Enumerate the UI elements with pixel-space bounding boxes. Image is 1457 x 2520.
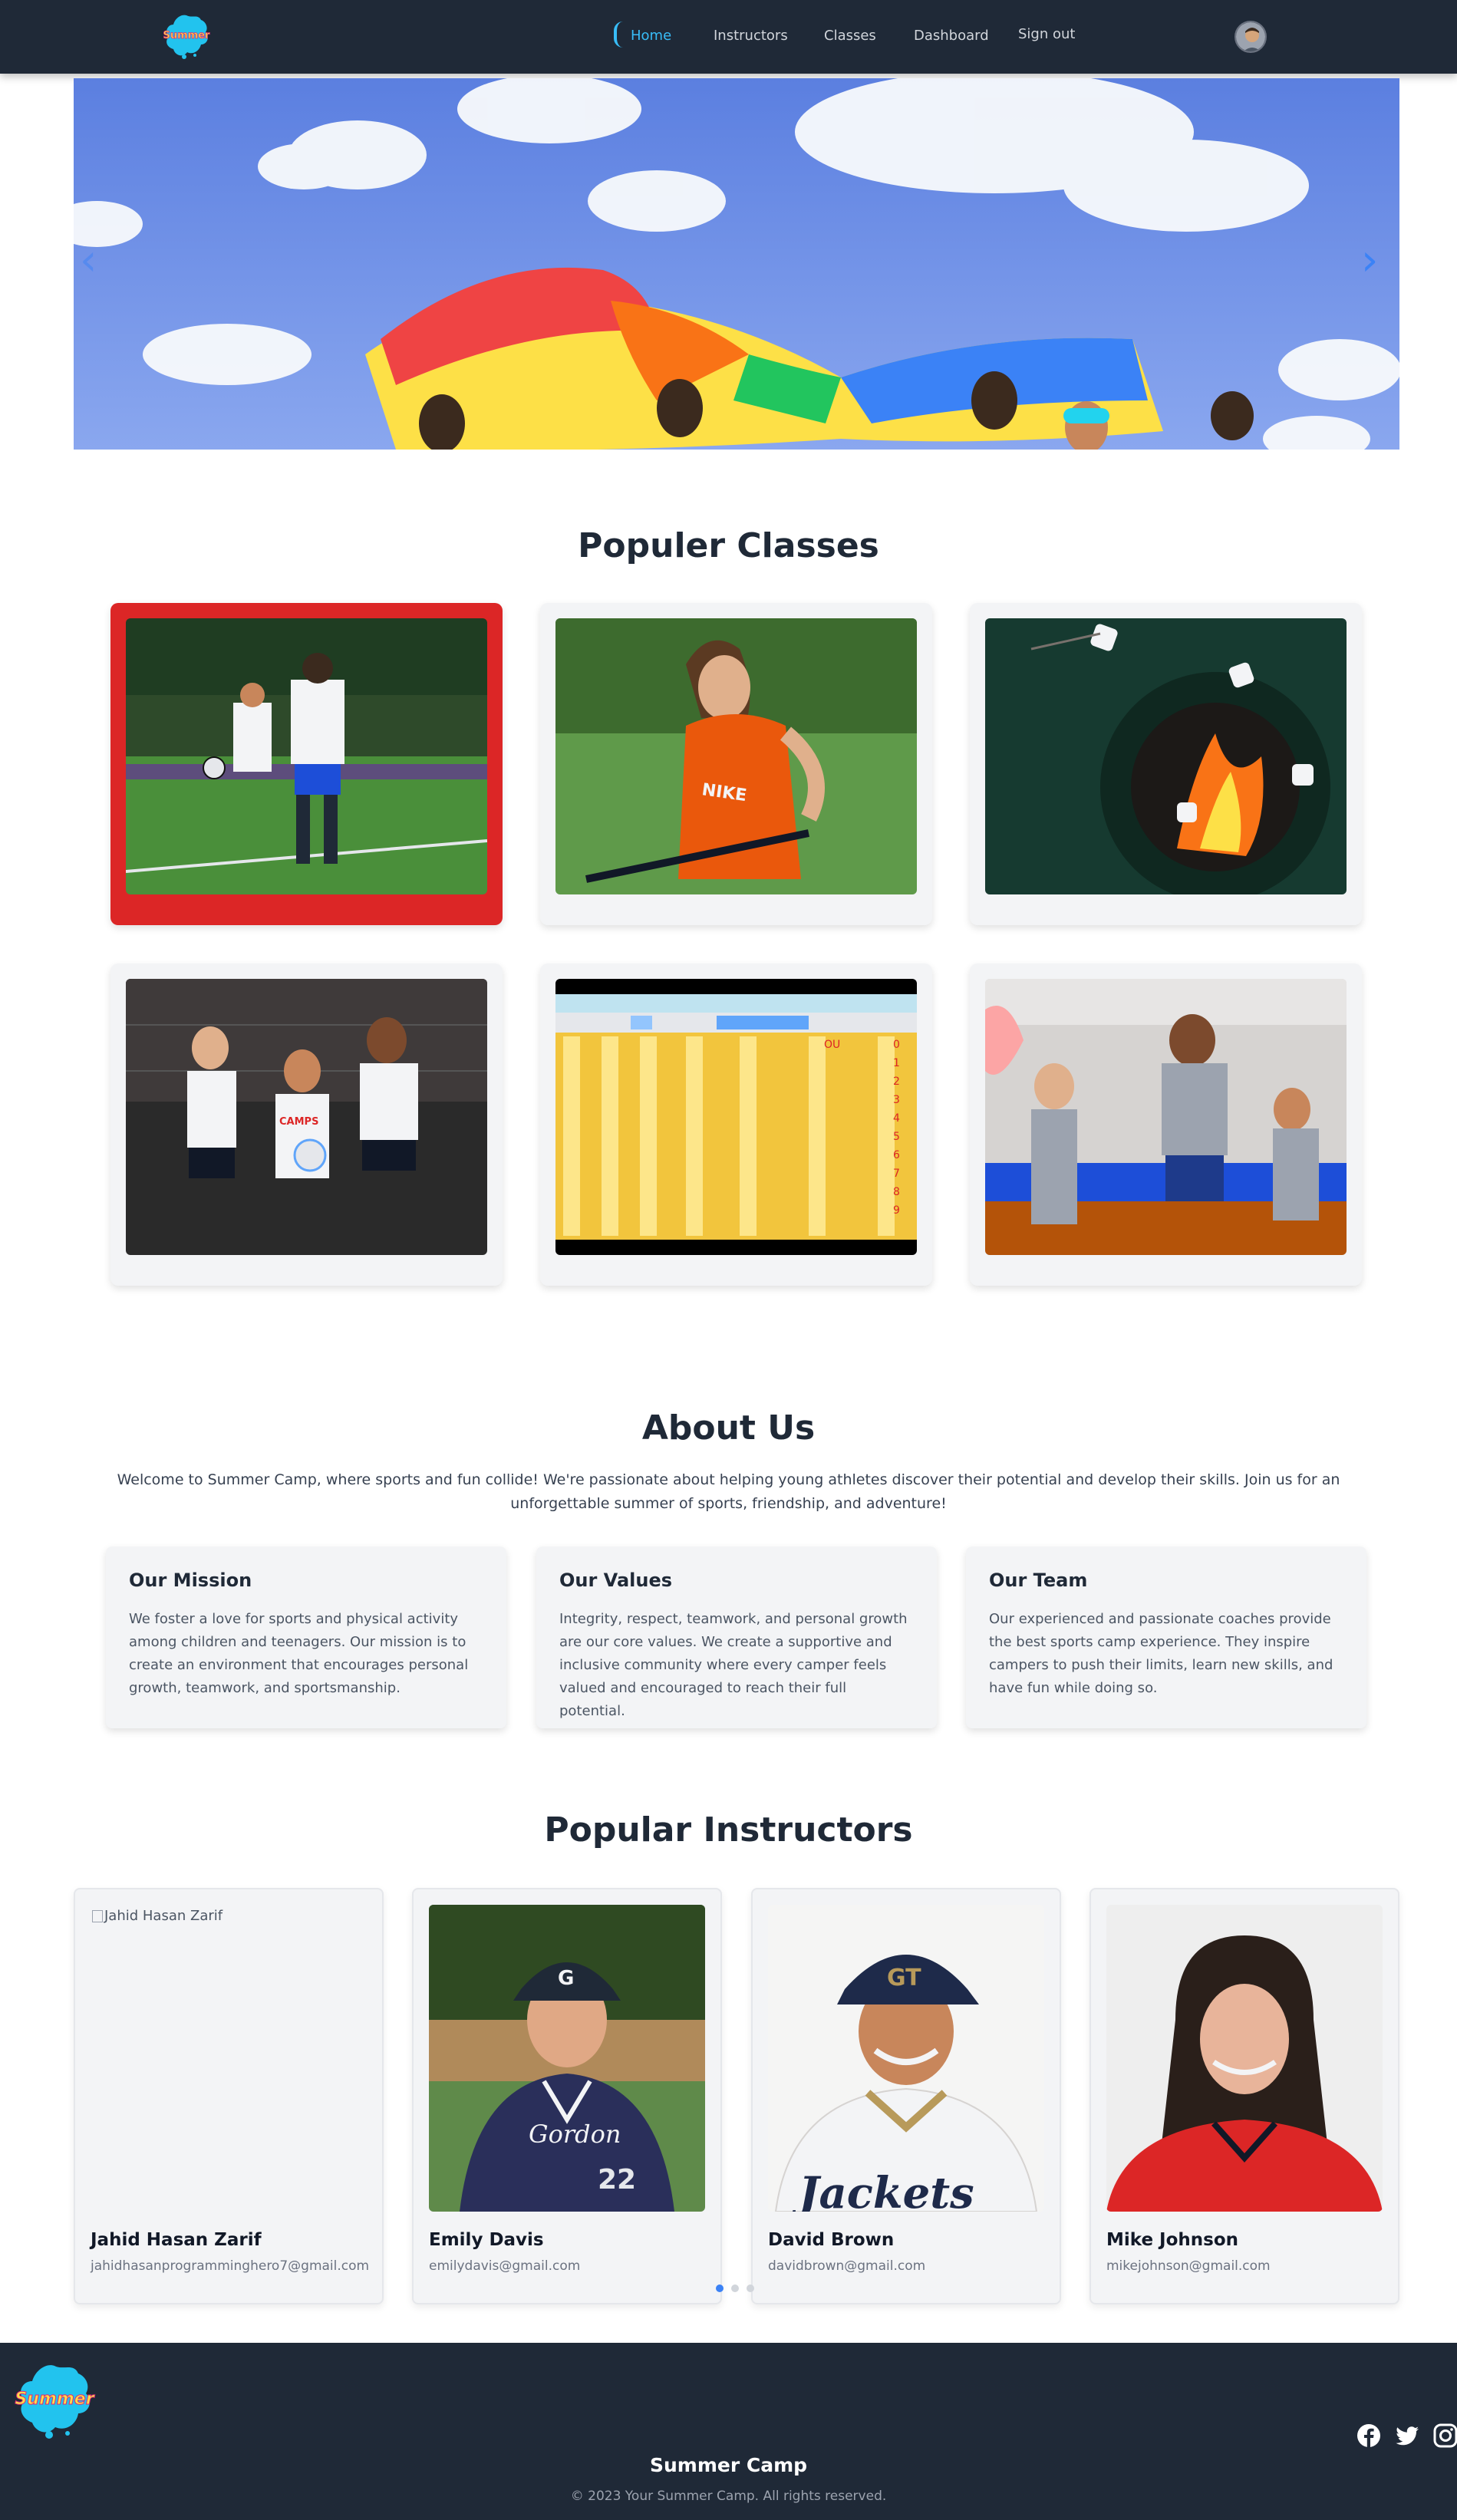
svg-text:22: 22 [598,2164,636,2196]
instructor-photo: GT Jackets [768,1905,1044,2212]
facebook-icon[interactable] [1356,2423,1382,2449]
footer-copyright: © 2023 Your Summer Camp. All rights rese… [570,2489,887,2504]
twitter-icon[interactable] [1394,2423,1420,2449]
class-card-field-hockey[interactable]: NIKE [540,603,932,925]
about-card-body: We foster a love for sports and physical… [129,1611,469,1696]
carousel-prev-icon[interactable]: ‹ [80,239,97,282]
about-card-heading: Our Mission [129,1570,252,1591]
about-intro: Welcome to Summer Camp, where sports and… [117,1471,1340,1512]
hero-image [74,78,1399,450]
logo-text: Summer [15,2390,94,2409]
instructor-email: emilydavis@gmail.com [429,2258,581,2274]
nav-classes[interactable]: Classes [824,28,876,44]
svg-text:8: 8 [893,1186,900,1198]
pagination-dot[interactable] [731,2284,739,2292]
instructor-name: Jahid Hasan Zarif [91,2230,262,2250]
broken-image-icon [92,1910,103,1922]
instructor-card[interactable]: G Gordon 22 Emily Davis emilydavis@gmail… [412,1888,722,2304]
class-card-keyboard-layout[interactable]: OU 0 1 2 3 4 5 6 7 8 9 [540,964,932,1286]
class-image [985,618,1347,894]
class-card-campfire[interactable] [970,603,1362,925]
about-card-values: Our Values Integrity, respect, teamwork,… [536,1547,937,1728]
svg-text:2: 2 [893,1076,900,1088]
instructor-photo-alt: Jahid Hasan Zarif [104,1908,223,1924]
instructor-email: davidbrown@gmail.com [768,2258,926,2274]
svg-text:OU: OU [824,1039,840,1051]
hero-carousel[interactable]: ‹ › [74,78,1399,450]
svg-text:G: G [558,1967,574,1990]
instructor-card[interactable]: Mike Johnson mikejohnson@gmail.com [1089,1888,1399,2304]
class-image [126,618,487,894]
about-title: About Us [641,1408,816,1448]
about-card-mission: Our Mission We foster a love for sports … [106,1547,506,1728]
logo-text: Summer [163,30,211,41]
active-nav-indicator [614,21,625,48]
instructor-card[interactable]: GT Jackets David Brown davidbrown@gmail.… [751,1888,1061,2304]
summer-logo-icon[interactable]: Summer [161,11,212,61]
navbar: Summer Home Instructors Classes Dashboar… [0,0,1457,74]
class-image [985,979,1347,1255]
class-card-soccer[interactable] [110,603,503,925]
instructor-email: jahidhasanprogramminghero7@gmail.com [91,2258,370,2274]
svg-text:0: 0 [893,1039,900,1051]
carousel-next-icon[interactable]: › [1361,239,1378,282]
class-image: NIKE [555,618,917,894]
svg-text:6: 6 [893,1149,900,1161]
class-image: OU 0 1 2 3 4 5 6 7 8 9 [555,979,917,1255]
svg-text:4: 4 [893,1112,900,1125]
instructor-name: David Brown [768,2230,895,2250]
instructor-email: mikejohnson@gmail.com [1106,2258,1271,2274]
svg-text:9: 9 [893,1204,900,1217]
about-card-body: Integrity, respect, teamwork, and person… [559,1611,908,1719]
nav-instructors[interactable]: Instructors [714,28,788,44]
instructor-name: Mike Johnson [1106,2230,1239,2250]
svg-text:7: 7 [893,1168,900,1180]
instagram-icon[interactable] [1432,2423,1457,2449]
broken-image-alt: Jahid Hasan Zarif [92,1908,223,1924]
about-card-heading: Our Team [989,1570,1088,1591]
about-card-body: Our experienced and passionate coaches p… [989,1611,1333,1696]
about-card-team: Our Team Our experienced and passionate … [966,1547,1366,1728]
nav-dashboard[interactable]: Dashboard [914,28,989,44]
about-card-heading: Our Values [559,1570,673,1591]
svg-text:CAMPS: CAMPS [279,1116,318,1128]
pagination-dot[interactable] [716,2284,724,2292]
svg-text:Jackets: Jackets [792,2168,974,2212]
svg-text:1: 1 [893,1057,900,1069]
instructor-name: Emily Davis [429,2230,544,2250]
popular-instructors-title: Popular Instructors [544,1810,913,1850]
svg-text:Gordon: Gordon [529,2120,621,2149]
instructor-card[interactable]: Jahid Hasan Zarif Jahid Hasan Zarif jahi… [74,1888,384,2304]
instructor-photo: G Gordon 22 [429,1905,705,2212]
class-image: CAMPS [126,979,487,1255]
nav-home[interactable]: Home [631,28,671,44]
footer-title: Summer Camp [649,2454,808,2476]
user-avatar[interactable] [1234,21,1267,53]
popular-classes-title: Populer Classes [578,526,879,565]
pagination-dot[interactable] [747,2284,754,2292]
nav-sign-out[interactable]: Sign out [1018,26,1075,42]
svg-text:5: 5 [893,1131,900,1143]
class-card-volleyball[interactable]: CAMPS [110,964,503,1286]
summer-logo-icon[interactable]: Summer [12,2358,97,2443]
footer: Summer Summer Camp © 2023 Your Summer Ca… [0,2343,1457,2520]
class-card-basketball[interactable] [970,964,1362,1286]
avatar-icon [1236,22,1265,51]
svg-text:3: 3 [893,1094,900,1106]
instructor-photo [1106,1905,1383,2212]
svg-text:GT: GT [887,1965,921,1991]
